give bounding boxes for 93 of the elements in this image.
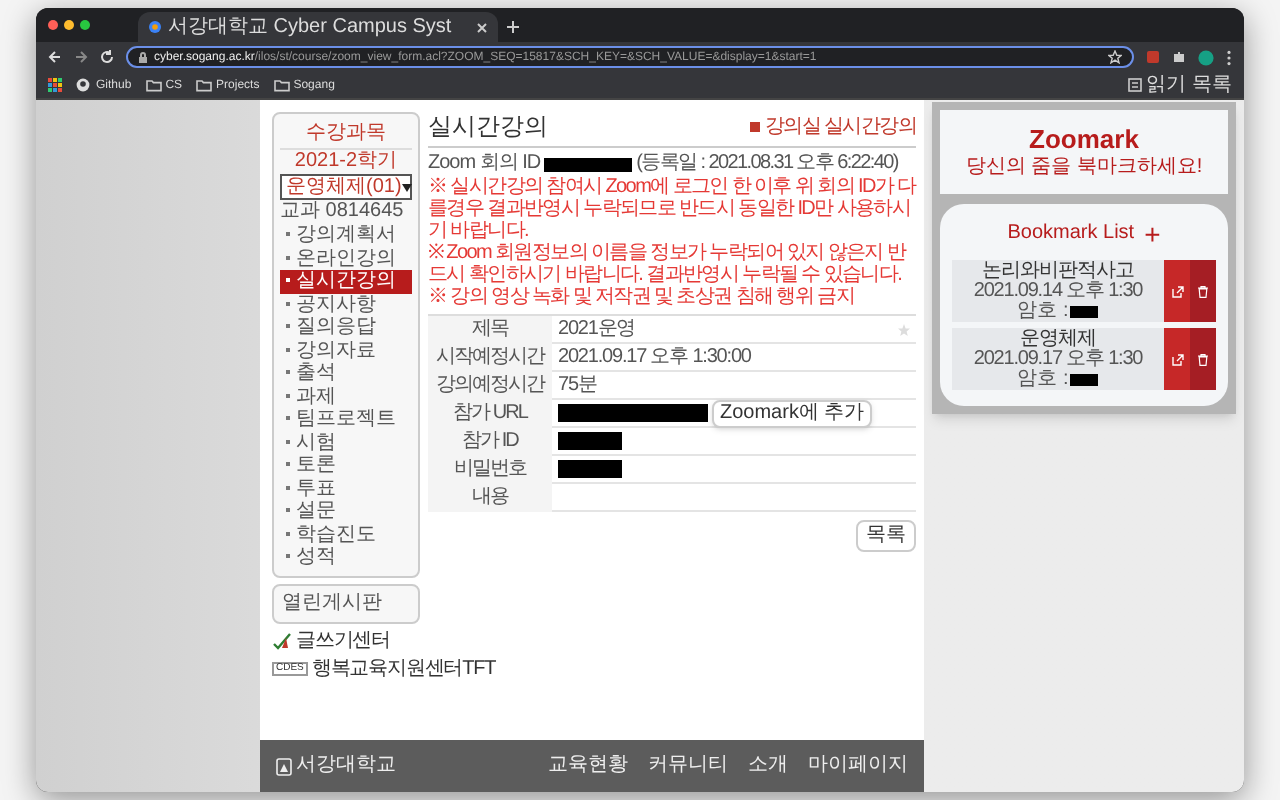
- list-icon: [1128, 78, 1143, 92]
- reading-list-button[interactable]: 읽기 목록: [1128, 75, 1232, 95]
- notice-text: ※ Zoom 회원정보의 이름을 정보가 누락되어 있지 않은지 반드시 확인하시기 바랍니다. 결과반영시 누락될 수 있습니다.: [428, 242, 909, 286]
- dropdown-caret-icon: [401, 183, 412, 191]
- bookmark-item[interactable]: 운영체제 2021.09.17 오후 1:30 암호 :: [952, 328, 1164, 390]
- close-button[interactable]: [48, 20, 58, 30]
- more-icon[interactable]: [1226, 49, 1232, 65]
- field-value: 75분: [558, 375, 597, 395]
- footer-link[interactable]: 소개: [748, 756, 788, 776]
- sidebar-menu-item[interactable]: 투표: [280, 477, 412, 500]
- minimize-button[interactable]: [64, 20, 74, 30]
- sidebar-menu-item[interactable]: 질의응답: [280, 316, 412, 339]
- globe-icon: [148, 20, 162, 34]
- bookmark-item[interactable]: 논리와비판적사고 2021.09.14 오후 1:30 암호 :: [952, 260, 1164, 322]
- notice-text: ※ 강의 영상 녹화 및 저작권 및 초상권 침해 행위 금지: [428, 286, 856, 308]
- maximize-button[interactable]: [80, 20, 90, 30]
- add-to-zoomark-button[interactable]: Zoomark에 추가: [712, 399, 873, 427]
- field-value: 2021운영: [558, 319, 636, 339]
- folder-icon: [273, 78, 290, 92]
- folder-icon: [196, 78, 213, 92]
- sidebar-menu-item[interactable]: 학습진도: [280, 523, 412, 546]
- field-label: 비밀번호: [428, 455, 552, 483]
- sidebar-menu-item[interactable]: 성적: [280, 546, 412, 569]
- external-link-icon: [1171, 353, 1183, 365]
- bookmark-name: 논리와비판적사고: [982, 261, 1134, 281]
- popup-title: Zoomark: [1029, 126, 1139, 152]
- field-label: 참가 URL: [428, 399, 552, 427]
- course-code: 교과 0814645: [280, 200, 406, 224]
- browser-tab[interactable]: 서강대학교 Cyber Campus Syst: [138, 12, 498, 42]
- sidebar-menu-item[interactable]: 강의자료: [280, 339, 412, 362]
- page-title: 실시간강의: [428, 112, 548, 142]
- delete-button[interactable]: [1190, 260, 1216, 322]
- redaction-bar: [544, 157, 633, 171]
- sidebar-menu-item[interactable]: 강의계획서: [280, 224, 412, 247]
- notice-text: ※ 실시간강의 참여시 Zoom에 로그인 한 이후 위 회의 ID가 다를경우 결과반영시 누락되므로 반드시 동일한 ID만 사용하시기 바랍니다.: [428, 176, 916, 242]
- forward-icon[interactable]: [74, 50, 88, 64]
- sidebar-menu-item[interactable]: 과제: [280, 385, 412, 408]
- footer-link[interactable]: 교육현황: [548, 756, 628, 776]
- password-label: 암호 :: [1017, 369, 1069, 389]
- center-link[interactable]: 행복교육지원센터TFT: [311, 657, 496, 679]
- apps-grid-icon: [48, 78, 62, 92]
- field-label: 시작예정시간: [428, 343, 552, 371]
- external-link-icon: [1171, 285, 1183, 297]
- sidebar-menu-item[interactable]: 시험: [280, 431, 412, 454]
- open-link-button[interactable]: [1164, 260, 1190, 322]
- sidebar-menu-item[interactable]: 온라인강의: [280, 247, 412, 270]
- star-icon[interactable]: [898, 323, 910, 335]
- field-label: 참가 ID: [428, 427, 552, 455]
- board-link[interactable]: 열린게시판: [282, 591, 410, 615]
- bookmark-list-title: Bookmark List: [1007, 224, 1135, 244]
- trash-icon: [1198, 353, 1208, 365]
- semester-label: 2021-2학기: [292, 150, 400, 174]
- reload-icon[interactable]: [100, 50, 114, 64]
- star-icon[interactable]: [1108, 50, 1122, 64]
- university-logo-text: 서강대학교: [296, 756, 396, 776]
- folder-icon: [145, 78, 162, 92]
- footer-link[interactable]: 커뮤니티: [648, 756, 728, 776]
- close-icon[interactable]: [476, 21, 488, 33]
- delete-button[interactable]: [1190, 328, 1216, 390]
- university-emblem-icon: [276, 757, 292, 775]
- field-value: 2021.09.17 오후 1:30:00: [558, 347, 751, 367]
- registered-date: (등록일 : 2021.08.31 오후 6:22:40): [636, 152, 898, 176]
- lock-icon: [138, 51, 148, 63]
- sidebar-menu-item[interactable]: 출석: [280, 362, 412, 385]
- sidebar-title: 수강과목: [280, 120, 412, 150]
- sidebar-menu-item[interactable]: 실시간강의: [280, 270, 412, 293]
- popup-subtitle: 당신의 줌을 북마크하세요!: [965, 158, 1203, 178]
- puzzle-icon[interactable]: [1172, 50, 1186, 64]
- trash-icon: [1198, 285, 1208, 297]
- new-tab-icon[interactable]: [506, 20, 520, 34]
- back-icon[interactable]: [48, 50, 62, 64]
- field-label: 제목: [428, 315, 552, 343]
- profile-avatar-icon[interactable]: [1198, 49, 1214, 65]
- bookmark-time: 2021.09.17 오후 1:30: [973, 349, 1143, 369]
- sidebar-menu-item[interactable]: 공지사항: [280, 293, 412, 316]
- breadcrumb-link[interactable]: 실시간강의: [823, 117, 916, 137]
- list-button[interactable]: 목록: [856, 520, 916, 552]
- bookmark-time: 2021.09.14 오후 1:30: [973, 281, 1143, 301]
- tab-title: 서강대학교 Cyber Campus Syst: [168, 17, 452, 37]
- course-dropdown[interactable]: 운영체제(01): [280, 174, 412, 200]
- sidebar-menu-item[interactable]: 설문: [280, 500, 412, 523]
- field-label: 강의예정시간: [428, 371, 552, 399]
- bookmark-name: 운영체제: [1020, 329, 1096, 349]
- zoom-id-label: Zoom 회의 ID: [428, 152, 541, 176]
- footer-link[interactable]: 마이페이지: [808, 756, 908, 776]
- sidebar-menu-item[interactable]: 팀프로젝트: [280, 408, 412, 431]
- add-bookmark-button[interactable]: +: [1144, 220, 1161, 248]
- breadcrumb-link[interactable]: 강의실: [764, 117, 820, 137]
- open-link-button[interactable]: [1164, 328, 1190, 390]
- center-link[interactable]: 글쓰기센터: [296, 629, 391, 651]
- password-label: 암호 :: [1017, 301, 1069, 321]
- field-label: 내용: [428, 483, 552, 511]
- sidebar-menu-item[interactable]: 토론: [280, 454, 412, 477]
